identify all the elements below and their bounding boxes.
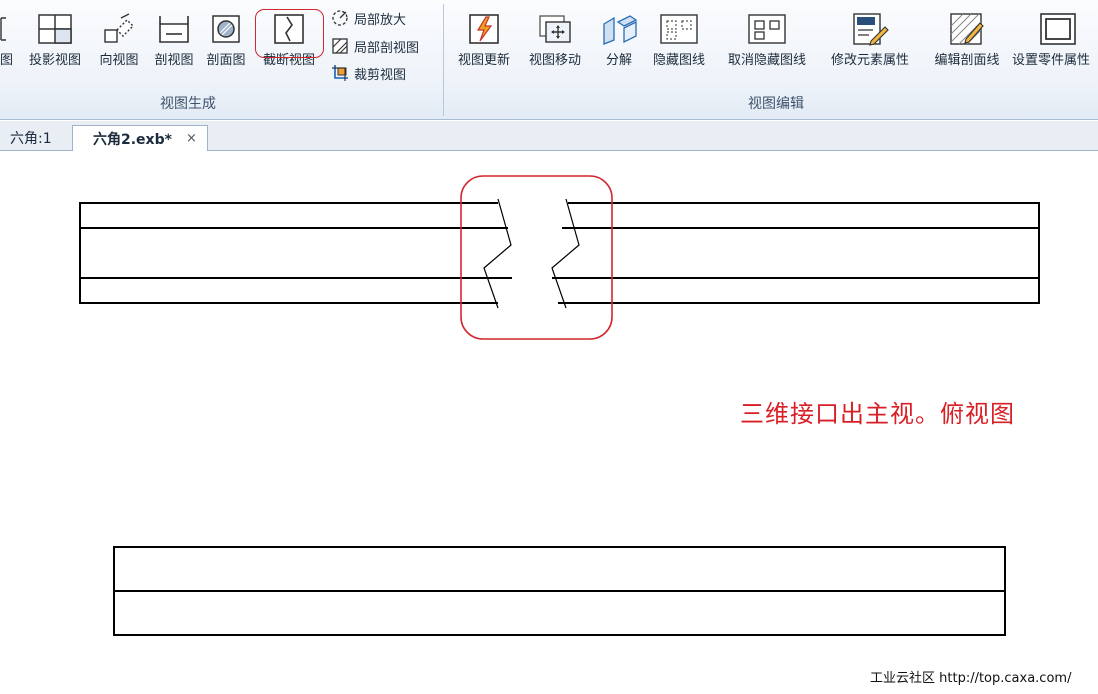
view-update-icon <box>464 8 504 50</box>
unhide-lines-icon <box>747 8 787 50</box>
section-view-button[interactable]: 剖视图 <box>148 8 200 78</box>
projection-view-button[interactable]: 投影视图 <box>22 8 88 78</box>
section-view-icon <box>154 8 194 50</box>
ribbon-button-label: 局部剖视图 <box>354 40 420 56</box>
explode-button[interactable]: 分解 <box>597 8 641 78</box>
crop-view-button[interactable]: 裁剪视图 <box>330 63 406 83</box>
ribbon-button-label: 分解 <box>605 53 632 68</box>
partial-section-icon <box>330 36 350 56</box>
ribbon-button-label: 局部放大 <box>354 12 407 28</box>
ribbon-button-label: 视图更新 <box>457 53 510 68</box>
close-tab-icon[interactable]: × <box>186 131 197 146</box>
ribbon-button-label: 设置零件属性 <box>1012 53 1091 68</box>
cross-section-button[interactable]: 剖面图 <box>200 8 252 78</box>
annotation-note: 三维接口出主视。俯视图 <box>740 400 1015 428</box>
ribbon-toolbar: 图 投影视图 向视图 剖视图 剖面图 截断视图 局部放大 局部剖视图 裁剪视图 … <box>0 0 1098 120</box>
unhide-lines-button[interactable]: 取消隐藏图线 <box>718 8 816 78</box>
group-divider <box>443 4 444 116</box>
hide-lines-icon <box>659 8 699 50</box>
explode-icon <box>599 8 639 50</box>
ribbon-button-label: 剖面图 <box>206 53 246 68</box>
ribbon-button-label: 裁剪视图 <box>354 67 407 83</box>
edit-hatch-button[interactable]: 编辑剖面线 <box>924 8 1010 78</box>
break-line-right <box>551 198 580 309</box>
part-properties-button[interactable]: 设置零件属性 <box>1012 8 1098 78</box>
break-highlight-box <box>460 175 613 340</box>
document-tab-bar: 六角:1 六角2.exb* × <box>0 121 1098 151</box>
ribbon-button-truncated[interactable]: 图 <box>0 8 16 78</box>
direction-view-icon <box>99 8 139 50</box>
watermark-text: 工业云社区 http://top.caxa.com/ <box>870 671 1072 686</box>
ribbon-button-label: 视图移动 <box>528 53 581 68</box>
view-update-button[interactable]: 视图更新 <box>449 8 519 78</box>
truncated-view-icon <box>0 8 16 50</box>
view-move-button[interactable]: 视图移动 <box>521 8 589 78</box>
cross-section-icon <box>206 8 246 50</box>
group-label-view-editing: 视图编辑 <box>748 96 804 112</box>
detail-zoom-button[interactable]: 局部放大 <box>330 8 406 28</box>
ribbon-button-label: 剖视图 <box>154 53 194 68</box>
ribbon-button-label: 图 <box>0 53 14 68</box>
view-move-icon <box>535 8 575 50</box>
ribbon-button-label: 取消隐藏图线 <box>727 53 806 68</box>
ribbon-button-label: 隐藏图线 <box>652 53 705 68</box>
projection-view-icon <box>35 8 75 50</box>
top-view <box>113 546 1006 636</box>
ribbon-button-label: 编辑剖面线 <box>934 53 1000 68</box>
ribbon-button-label: 投影视图 <box>28 53 81 68</box>
edit-properties-button[interactable]: 修改元素属性 <box>821 8 919 78</box>
part-properties-icon <box>1038 8 1078 50</box>
direction-view-button[interactable]: 向视图 <box>93 8 145 78</box>
edit-properties-icon <box>850 8 890 50</box>
tab-hexagon-1[interactable]: 六角:1 <box>0 125 72 151</box>
break-lines <box>483 198 580 309</box>
group-label-view-generation: 视图生成 <box>160 96 216 112</box>
partial-section-button[interactable]: 局部剖视图 <box>330 36 419 56</box>
drawing-canvas[interactable]: 三维接口出主视。俯视图 <box>0 151 1098 694</box>
detail-zoom-icon <box>330 8 350 28</box>
edit-hatch-icon <box>947 8 987 50</box>
crop-view-icon <box>330 63 350 83</box>
tab-hexagon-2[interactable]: 六角2.exb* × <box>72 125 208 151</box>
tab-label: 六角:1 <box>10 131 52 147</box>
front-view-right-segment <box>552 202 1040 304</box>
hide-lines-button[interactable]: 隐藏图线 <box>645 8 713 78</box>
front-view-left-segment <box>79 202 512 304</box>
ribbon-button-label: 向视图 <box>99 53 139 68</box>
tab-label: 六角2.exb* <box>93 131 172 148</box>
break-line-left <box>483 198 512 309</box>
break-view-highlight <box>255 9 324 58</box>
ribbon-button-label: 修改元素属性 <box>830 53 909 68</box>
